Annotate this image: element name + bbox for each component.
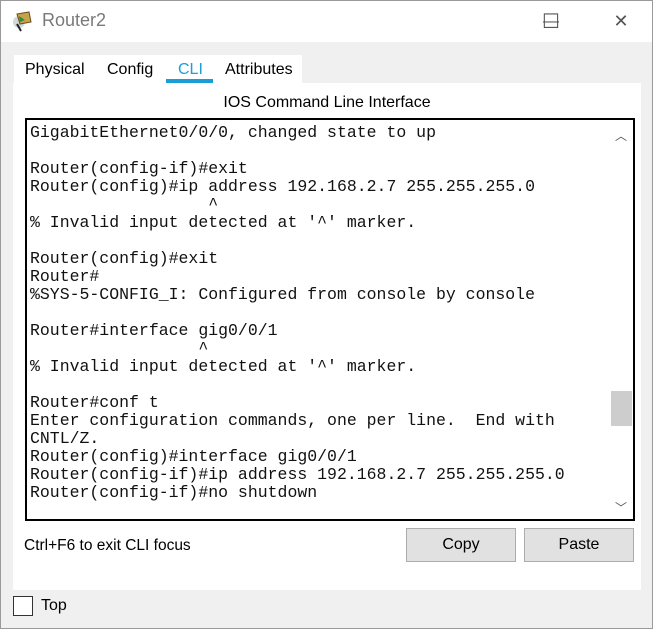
scroll-down-icon[interactable]: ﹀ (609, 497, 633, 517)
terminal-line: %SYS-5-CONFIG_I: Configured from console… (30, 285, 535, 304)
terminal-line: ^ (30, 195, 219, 214)
router-icon (13, 11, 32, 32)
copy-button[interactable]: Copy (406, 528, 516, 562)
top-checkbox[interactable] (13, 596, 33, 616)
cli-heading: IOS Command Line Interface (223, 94, 431, 111)
terminal-line: CNTL/Z. (30, 429, 100, 448)
terminal-line: GigabitEthernet0/0/0, changed state to u… (30, 123, 436, 142)
terminal-line: % Invalid input detected at '^' marker. (30, 213, 417, 232)
terminal-line: Router(config-if)#exit (30, 159, 248, 178)
scrollbar-thumb[interactable] (611, 391, 632, 426)
maximize-icon: ☐ (542, 11, 560, 33)
terminal-line: Router(config)#interface gig0/0/1 (30, 447, 357, 466)
tab-config[interactable]: Config (107, 61, 153, 79)
maximize-button[interactable]: ☐ (528, 1, 574, 42)
terminal-line: Router#interface gig0/0/1 (30, 321, 278, 340)
terminal-line: Router# (30, 267, 100, 286)
terminal-line: Router(config-if)#no shutdown (30, 483, 318, 502)
tab-attributes[interactable]: Attributes (225, 61, 293, 79)
scroll-up-icon[interactable]: ︿ (609, 125, 633, 145)
cli-panel: IOS Command Line Interface GigabitEthern… (13, 83, 641, 590)
router-window: Router2 — ☐ ✕ Physical Config CLI Attrib… (0, 0, 653, 629)
window-title: Router2 (42, 10, 107, 30)
terminal-output[interactable]: GigabitEthernet0/0/0, changed state to u… (30, 124, 565, 502)
terminal-line: Router(config)#ip address 192.168.2.7 25… (30, 177, 535, 196)
cli-terminal[interactable]: GigabitEthernet0/0/0, changed state to u… (25, 118, 635, 521)
close-icon: ✕ (613, 11, 629, 31)
vertical-scrollbar[interactable]: ︿ ﹀ (609, 120, 633, 519)
terminal-line: ^ (30, 339, 209, 358)
paste-button[interactable]: Paste (524, 528, 634, 562)
terminal-line: Router(config-if)#ip address 192.168.2.7… (30, 465, 565, 484)
title-bar: Router2 — ☐ ✕ (1, 1, 652, 42)
terminal-line: Router#conf t (30, 393, 159, 412)
cli-focus-hint: Ctrl+F6 to exit CLI focus (24, 537, 191, 554)
tab-physical[interactable]: Physical (25, 61, 85, 79)
terminal-line: % Invalid input detected at '^' marker. (30, 357, 417, 376)
tab-cli[interactable]: CLI (178, 61, 203, 79)
tab-bar: Physical Config CLI Attributes (14, 55, 302, 83)
terminal-line: Enter configuration commands, one per li… (30, 411, 555, 430)
terminal-line: Router(config)#exit (30, 249, 219, 268)
close-button[interactable]: ✕ (598, 1, 644, 42)
top-checkbox-label: Top (41, 597, 67, 614)
